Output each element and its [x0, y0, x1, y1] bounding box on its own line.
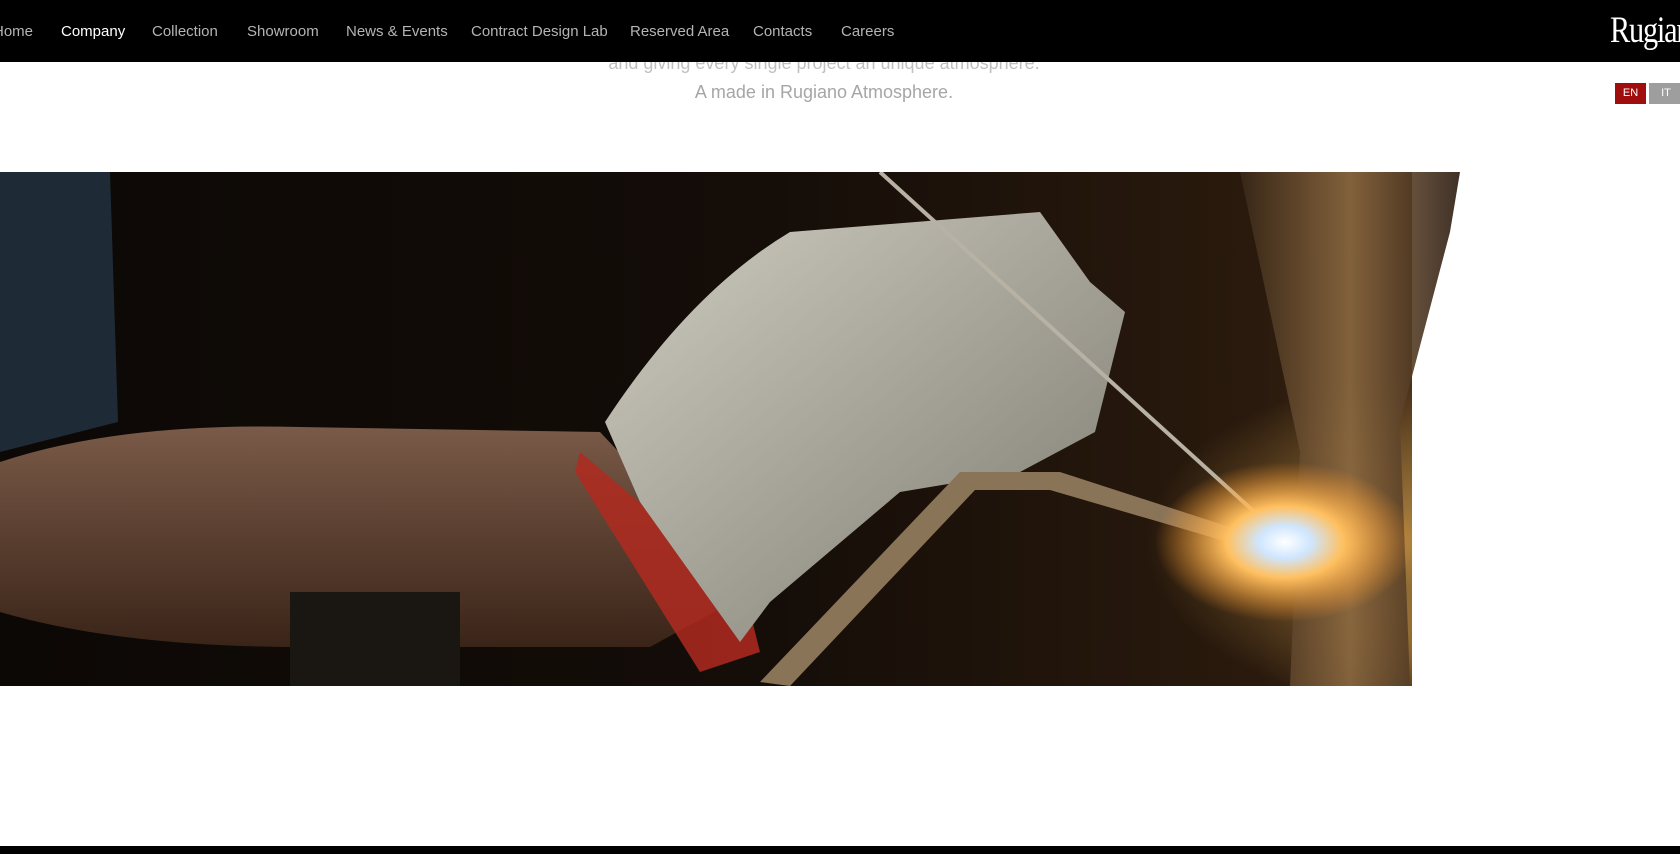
nav-item-careers[interactable]: Careers: [841, 0, 894, 62]
bench-block: [290, 592, 460, 686]
language-it-button[interactable]: IT: [1649, 83, 1680, 104]
nav-item-reserved-area[interactable]: Reserved Area: [630, 0, 729, 62]
top-navbar: Home Company Collection Showroom News & …: [0, 0, 1680, 62]
flame-glow: [1155, 462, 1415, 622]
intro-line-2: A made in Rugiano Atmosphere.: [694, 82, 954, 102]
nav-item-collection[interactable]: Collection: [152, 0, 218, 62]
nav-item-showroom[interactable]: Showroom: [247, 0, 319, 62]
rugiano-logo[interactable]: Rugiano: [1610, 8, 1680, 54]
nav-item-news-events[interactable]: News & Events: [346, 0, 448, 62]
welding-photo-illustration: [0, 172, 1460, 686]
nav-item-contract-design-lab[interactable]: Contract Design Lab: [471, 0, 608, 62]
worker-shoulder: [0, 172, 118, 452]
footer-strip: [0, 846, 1680, 854]
hero-image: [0, 172, 1680, 686]
nav-item-home[interactable]: Home: [0, 0, 33, 62]
nav-item-contacts[interactable]: Contacts: [753, 0, 812, 62]
nav-item-company[interactable]: Company: [61, 0, 125, 62]
